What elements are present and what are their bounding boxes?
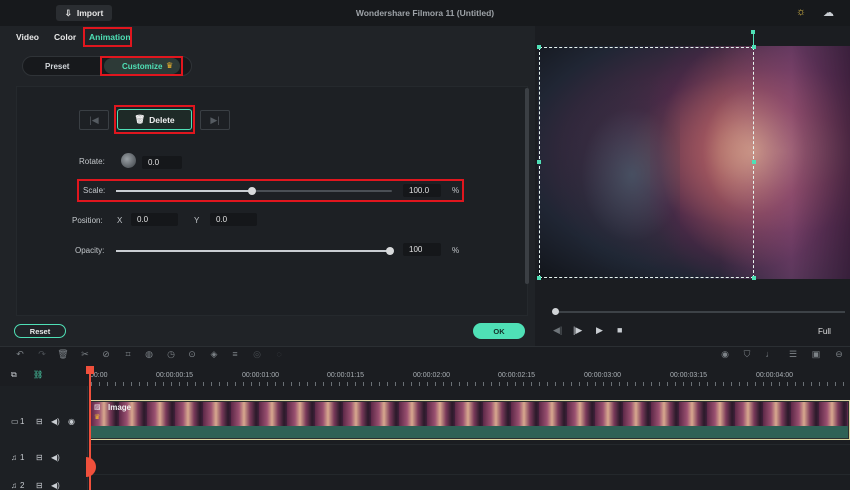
tab-video[interactable]: Video [16,32,39,42]
voiceover-icon[interactable]: ☰ [787,349,799,360]
resize-handle-bottom-right[interactable] [752,276,756,280]
stopwatch-icon[interactable]: ⊙ [186,349,198,360]
motion-track-icon[interactable]: ◎ [251,349,263,360]
audio-track-icon: ♫ [11,481,17,490]
delete-icon[interactable]: 🗑 [57,349,69,360]
opacity-slider-handle[interactable] [386,247,394,255]
track-headers [0,386,88,490]
panel-scrollbar[interactable] [525,88,529,284]
opacity-input[interactable]: 100 [403,243,441,256]
audio-track-icon: ♫ [11,453,17,462]
opacity-slider-fill [116,250,390,252]
cloud-icon[interactable]: ☁ [823,6,834,19]
rotate-input[interactable]: 0.0 [142,156,182,169]
link-icon[interactable]: ⛓ [33,370,43,379]
clip-label: Image [108,403,132,412]
position-x-input[interactable]: 0.0 [131,213,178,226]
audio-track-number: 1 [20,453,25,462]
tab-color[interactable]: Color [54,32,76,42]
position-y-label: Y [194,216,200,225]
position-y-input[interactable]: 0.0 [210,213,257,226]
transform-selection-box[interactable] [539,47,754,278]
ruler-tick-label: 00:00:04:00 [756,372,793,379]
keyframe-icon[interactable]: ◈ [208,349,220,360]
audio-track-1[interactable] [89,444,850,470]
volume-icon[interactable]: ◀) [51,453,60,462]
resize-handle-bottom-left[interactable] [537,276,541,280]
playback-seek-handle[interactable] [552,308,559,315]
audio-track-number: 2 [20,481,25,490]
reset-button[interactable]: Reset [14,324,66,338]
segment-preset[interactable]: Preset [45,62,69,71]
resize-handle-left[interactable] [537,160,541,164]
rotate-handle[interactable] [751,30,755,34]
prev-keyframe-icon: |◀ [89,114,99,125]
render-icon[interactable]: ◉ [719,349,731,360]
lock-icon[interactable]: ⊟ [36,481,43,490]
ruler-tick-label: 00:00:03:15 [670,372,707,379]
marker-icon[interactable]: ⛉ [741,349,753,360]
ruler-tick-label: 00:00:00:15 [156,372,193,379]
adjust-icon[interactable]: ≡ [229,349,241,359]
redo-icon[interactable]: ↷ [36,349,48,360]
snapshot-icon[interactable]: ▣ [810,349,822,360]
zoom-out-icon[interactable]: ⊖ [833,349,845,360]
rotate-label: Rotate: [79,157,105,166]
stop-icon[interactable]: ■ [617,325,622,335]
highlight-box-animation-tab [83,27,132,47]
highlight-box-scale [77,179,464,202]
playhead-handle[interactable] [86,366,94,374]
resize-handle-top-left[interactable] [537,45,541,49]
playback-seek-bar[interactable] [555,311,845,313]
lock-icon[interactable]: ⊟ [36,417,43,426]
microphone-icon[interactable]: ♩ [764,349,776,359]
undo-icon[interactable]: ↶ [14,349,26,360]
prev-keyframe-button[interactable]: |◀ [79,110,109,130]
next-keyframe-button[interactable]: ▶| [200,110,230,130]
opacity-label: Opacity: [75,246,105,255]
eye-icon[interactable]: ◉ [68,417,75,426]
crop-icon[interactable]: ⌗ [122,349,134,360]
crown-icon: ♛ [94,414,101,421]
clip-waveform-area [91,426,848,438]
ruler-tick-label: 00:00:01:15 [327,372,364,379]
speed-icon[interactable]: ◷ [165,349,177,360]
step-back-icon[interactable]: ◀| [553,325,562,336]
silence-icon[interactable]: ◌ [273,349,285,359]
volume-icon[interactable]: ◀) [51,481,60,490]
position-label: Position: [72,216,103,225]
app-title: Wondershare Filmora 11 (Untitled) [355,8,495,18]
highlight-box-customize [100,56,183,76]
ruler-minor-ticks [91,382,850,386]
opacity-unit: % [452,246,460,255]
audio-track-2[interactable] [89,474,850,490]
rotate-handle-line [753,32,754,46]
cut-icon[interactable]: ✂ [79,349,91,360]
clip-thumbnails [91,402,848,426]
theme-icon[interactable]: ☼ [796,6,806,18]
zoom-select[interactable]: Full [818,327,831,336]
ruler-tick-label: 00:00:02:00 [413,372,450,379]
next-keyframe-icon: ▶| [210,114,220,125]
video-track-number: 1 [20,417,25,426]
ruler-tick-label: 00:00:02:15 [498,372,535,379]
image-clip-icon: ▨ [94,404,101,411]
rotate-dial[interactable] [121,153,136,168]
color-icon[interactable]: ◍ [143,349,155,360]
volume-icon[interactable]: ◀) [51,417,60,426]
video-track-icon: ▭ [11,417,19,426]
play-icon[interactable]: ▶ [596,325,603,336]
ruler-tick-label: 00:00:01:00 [242,372,279,379]
ruler-tick-label: 00:00:03:00 [584,372,621,379]
highlight-box-delete [114,105,195,134]
ok-button[interactable]: OK [473,323,525,339]
resize-handle-right[interactable] [752,160,756,164]
play-frame-icon[interactable]: |▶ [573,325,582,336]
lock-icon[interactable]: ⊟ [36,453,43,462]
panel-footer [0,318,535,346]
add-track-icon[interactable]: ⧉ [11,370,17,380]
position-x-label: X [117,216,123,225]
tag-icon[interactable]: ⊘ [100,349,112,360]
